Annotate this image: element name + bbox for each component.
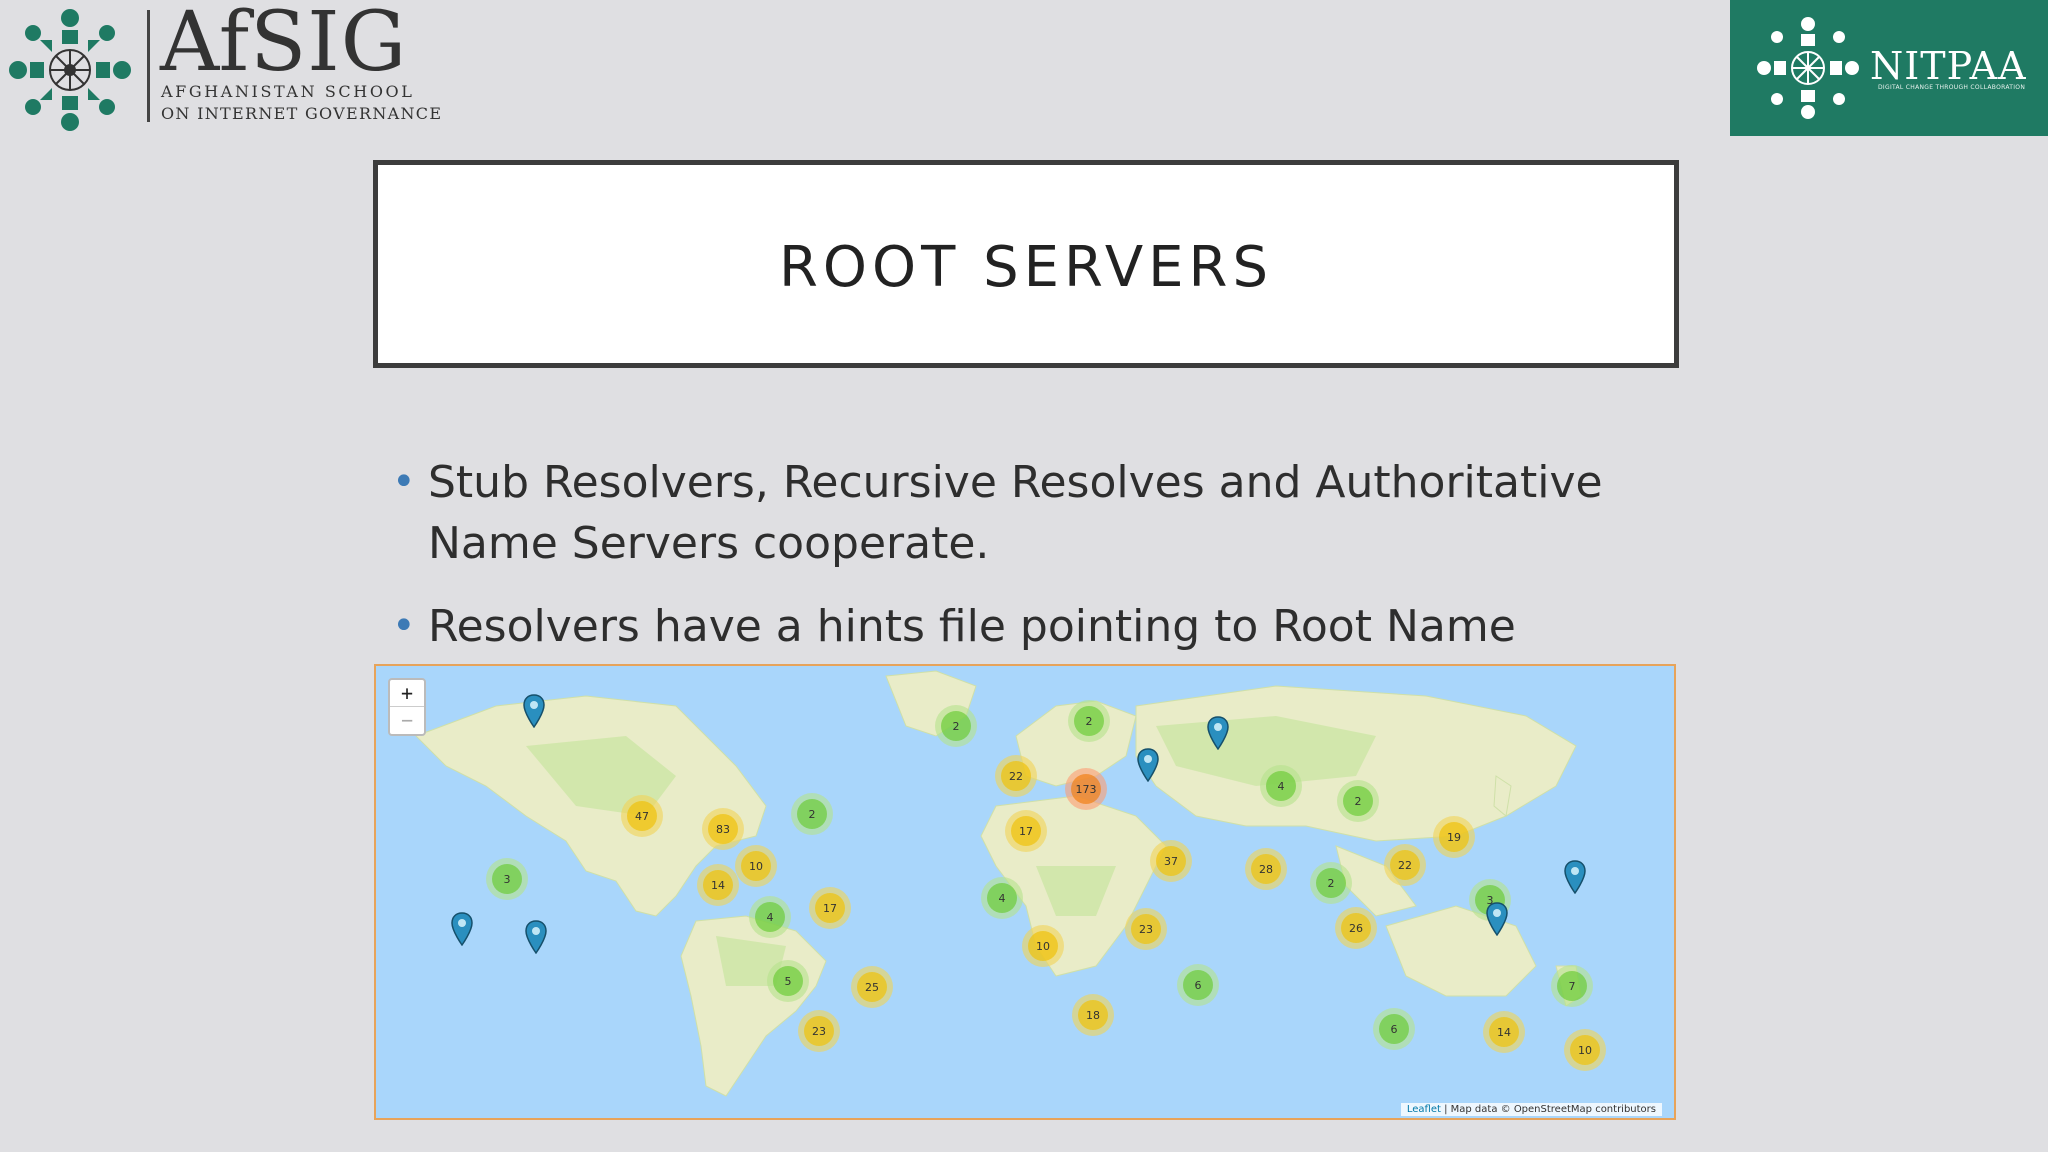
nitpaa-emblem-icon	[1757, 17, 1859, 119]
cluster-count: 6	[1183, 970, 1213, 1000]
cluster-count: 3	[492, 864, 522, 894]
cluster-count: 4	[987, 883, 1017, 913]
server-cluster-marker[interactable]: 19	[1433, 816, 1475, 858]
cluster-count: 14	[703, 870, 733, 900]
server-cluster-marker[interactable]: 18	[1072, 994, 1114, 1036]
cluster-count: 14	[1489, 1017, 1519, 1047]
server-cluster-marker[interactable]: 23	[798, 1010, 840, 1052]
logo-divider	[147, 10, 150, 122]
server-cluster-marker[interactable]: 173	[1065, 768, 1107, 810]
map-pin-icon[interactable]	[1564, 860, 1586, 894]
cluster-count: 4	[755, 902, 785, 932]
attribution-text: | Map data © OpenStreetMap contributors	[1440, 1104, 1656, 1115]
server-cluster-marker[interactable]: 23	[1125, 908, 1167, 950]
map-pin-icon[interactable]	[1207, 716, 1229, 750]
cluster-count: 6	[1379, 1014, 1409, 1044]
afsig-emblem-icon	[9, 9, 131, 131]
server-cluster-marker[interactable]: 83	[702, 808, 744, 850]
server-cluster-marker[interactable]: 28	[1245, 848, 1287, 890]
bullet-dot-icon: •	[392, 603, 416, 649]
map-pin-icon[interactable]	[1486, 902, 1508, 936]
map-pin-icon[interactable]	[523, 694, 545, 728]
cluster-count: 10	[1028, 931, 1058, 961]
server-cluster-marker[interactable]: 14	[697, 864, 739, 906]
server-cluster-marker[interactable]: 4	[1260, 765, 1302, 807]
map-pin-icon[interactable]	[525, 920, 547, 954]
server-cluster-marker[interactable]: 17	[809, 887, 851, 929]
server-cluster-marker[interactable]: 2	[791, 793, 833, 835]
slide-title: ROOT SERVERS	[779, 235, 1273, 300]
cluster-count: 22	[1390, 850, 1420, 880]
server-cluster-marker[interactable]: 14	[1483, 1011, 1525, 1053]
map-attribution: Leaflet | Map data © OpenStreetMap contr…	[1400, 1103, 1662, 1116]
server-cluster-marker[interactable]: 4	[981, 877, 1023, 919]
cluster-count: 23	[804, 1016, 834, 1046]
cluster-count: 2	[797, 799, 827, 829]
cluster-count: 10	[1570, 1035, 1600, 1065]
cluster-count: 7	[1557, 971, 1587, 1001]
server-cluster-marker[interactable]: 2	[935, 705, 977, 747]
zoom-control: + −	[388, 678, 426, 736]
cluster-count: 26	[1341, 913, 1371, 943]
bullet-item: • Stub Resolvers, Recursive Resolves and…	[388, 452, 1688, 574]
nitpaa-wordmark: NITPAA	[1870, 44, 2027, 88]
afsig-wordmark: AfSIG	[160, 0, 408, 90]
server-cluster-marker[interactable]: 7	[1551, 965, 1593, 1007]
cluster-count: 17	[1011, 816, 1041, 846]
cluster-count: 19	[1439, 822, 1469, 852]
cluster-count: 47	[627, 801, 657, 831]
bullet-text: Stub Resolvers, Recursive Resolves and A…	[428, 457, 1603, 569]
cluster-count: 83	[708, 814, 738, 844]
server-cluster-marker[interactable]: 5	[767, 960, 809, 1002]
cluster-count: 2	[1343, 786, 1373, 816]
server-cluster-marker[interactable]: 22	[995, 755, 1037, 797]
cluster-count: 37	[1156, 846, 1186, 876]
map-pin-icon[interactable]	[1137, 748, 1159, 782]
server-cluster-marker[interactable]: 37	[1150, 840, 1192, 882]
nitpaa-logo: NITPAA DIGITAL CHANGE THROUGH COLLABORAT…	[1730, 0, 2048, 136]
server-cluster-marker[interactable]: 10	[1564, 1029, 1606, 1071]
cluster-count: 17	[815, 893, 845, 923]
bullet-dot-icon: •	[392, 459, 416, 505]
cluster-count: 23	[1131, 914, 1161, 944]
server-cluster-marker[interactable]: 10	[735, 845, 777, 887]
map-pin-icon[interactable]	[451, 912, 473, 946]
nitpaa-tagline: DIGITAL CHANGE THROUGH COLLABORATION	[1878, 84, 2026, 91]
cluster-count: 28	[1251, 854, 1281, 884]
leaflet-link[interactable]: Leaflet	[1407, 1104, 1441, 1115]
cluster-count: 4	[1266, 771, 1296, 801]
cluster-count: 10	[741, 851, 771, 881]
cluster-count: 25	[857, 972, 887, 1002]
cluster-count: 2	[1316, 868, 1346, 898]
zoom-in-button[interactable]: +	[390, 680, 424, 706]
server-cluster-marker[interactable]: 10	[1022, 925, 1064, 967]
server-cluster-marker[interactable]: 26	[1335, 907, 1377, 949]
cluster-count: 18	[1078, 1000, 1108, 1030]
root-server-map[interactable]: + − Leaflet | Map data © OpenStreetMap c…	[374, 664, 1676, 1120]
server-cluster-marker[interactable]: 47	[621, 795, 663, 837]
afsig-subtitle-line1: AFGHANISTAN SCHOOL	[161, 82, 415, 101]
server-cluster-marker[interactable]: 2	[1337, 780, 1379, 822]
cluster-count: 173	[1071, 774, 1101, 804]
cluster-count: 2	[941, 711, 971, 741]
server-cluster-marker[interactable]: 25	[851, 966, 893, 1008]
server-cluster-marker[interactable]: 6	[1373, 1008, 1415, 1050]
server-cluster-marker[interactable]: 17	[1005, 810, 1047, 852]
server-cluster-marker[interactable]: 3	[486, 858, 528, 900]
zoom-out-button[interactable]: −	[390, 706, 424, 733]
server-cluster-marker[interactable]: 22	[1384, 844, 1426, 886]
cluster-count: 2	[1074, 706, 1104, 736]
server-cluster-marker[interactable]: 2	[1068, 700, 1110, 742]
cluster-count: 22	[1001, 761, 1031, 791]
server-cluster-marker[interactable]: 2	[1310, 862, 1352, 904]
afsig-subtitle-line2: ON INTERNET GOVERNANCE	[161, 104, 443, 123]
server-cluster-marker[interactable]: 4	[749, 896, 791, 938]
server-cluster-marker[interactable]: 6	[1177, 964, 1219, 1006]
cluster-count: 5	[773, 966, 803, 996]
slide-title-box: ROOT SERVERS	[373, 160, 1679, 368]
afsig-logo: AfSIG AFGHANISTAN SCHOOL ON INTERNET GOV…	[0, 0, 441, 140]
